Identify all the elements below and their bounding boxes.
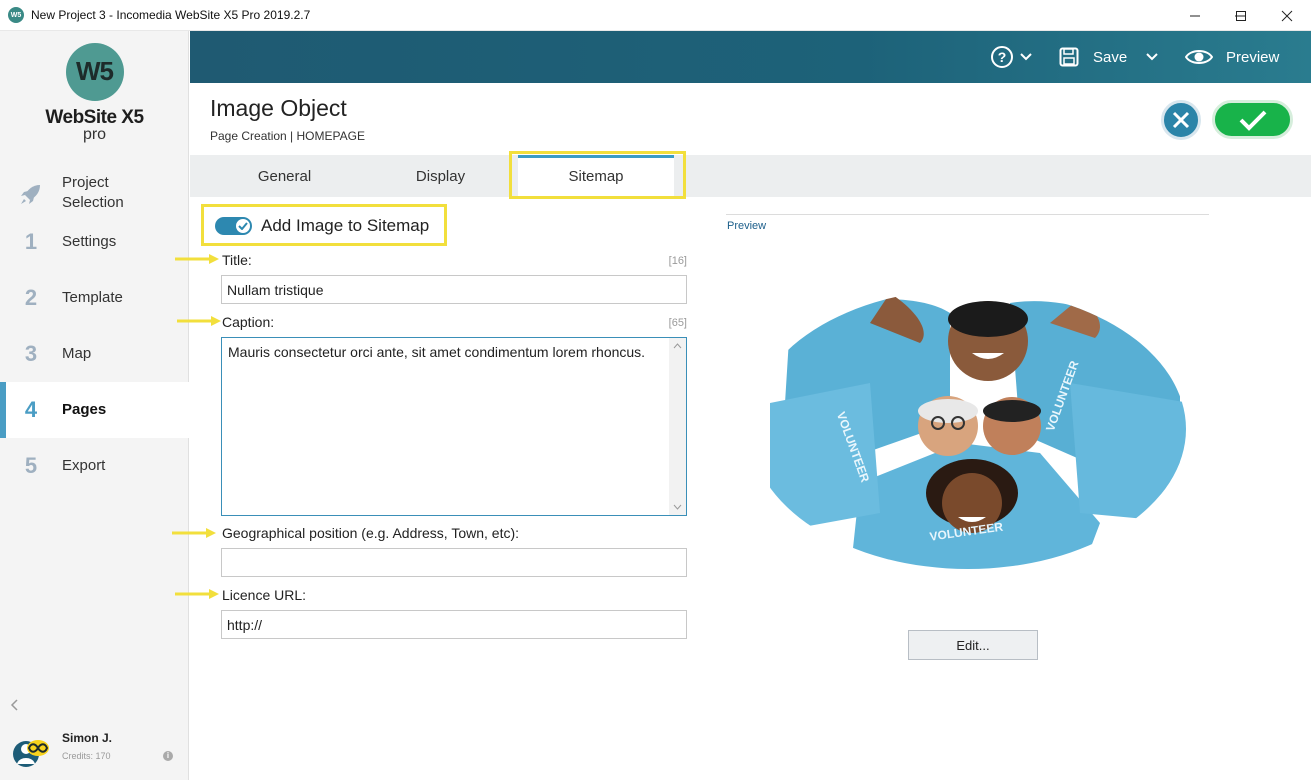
help-button[interactable]: ?	[990, 31, 1032, 83]
arrow-right-icon	[175, 254, 219, 264]
sidebar-item-pages[interactable]: 4 Pages	[0, 382, 189, 438]
toggle-label: Add Image to Sitemap	[261, 216, 430, 235]
sidebar-item-number: 1	[24, 229, 38, 254]
sidebar-item-number: 2	[24, 285, 38, 310]
checkmark-icon	[1239, 110, 1266, 131]
sidebar-item-label: Map	[62, 345, 92, 362]
sidebar-item-template[interactable]: 2 Template	[0, 270, 189, 326]
top-toolbar: ? Save Preview	[190, 31, 1311, 83]
preview-label: Preview	[1226, 48, 1280, 66]
save-button[interactable]: Save	[1059, 31, 1127, 83]
arrow-right-icon	[175, 589, 219, 599]
sidebar-item-settings[interactable]: 1 Settings	[0, 214, 189, 270]
geo-position-input[interactable]	[221, 548, 687, 577]
preview-image: VOLUNTEER VOLUNTEER VOLUNTEER	[750, 289, 1186, 569]
avatar[interactable]	[12, 734, 50, 768]
add-to-sitemap-toggle[interactable]	[215, 217, 252, 235]
confirm-button[interactable]	[1212, 100, 1293, 139]
window-titlebar: W5 New Project 3 - Incomedia WebSite X5 …	[0, 0, 1311, 31]
app-logo: W5 WebSite X5 pro	[0, 43, 189, 144]
caption-text: Mauris consectetur orci ante, sit amet c…	[228, 344, 646, 360]
title-input[interactable]	[221, 275, 687, 304]
sidebar-item-export[interactable]: 5 Export	[0, 438, 189, 494]
logo-edition: pro	[82, 126, 107, 143]
sidebar-item-label: Template	[62, 289, 123, 306]
title-char-count: [16]	[668, 255, 687, 267]
close-window-button[interactable]	[1264, 0, 1310, 31]
minimize-icon	[1190, 15, 1200, 16]
arrow-right-icon	[177, 316, 221, 326]
close-icon	[1172, 111, 1190, 129]
sidebar-item-label: Export	[62, 457, 106, 474]
tab-sitemap[interactable]: Sitemap	[518, 155, 674, 197]
arrow-right-icon	[172, 528, 216, 538]
sidebar-item-project-selection[interactable]: Project Selection	[0, 165, 189, 221]
window-title: New Project 3 - Incomedia WebSite X5 Pro…	[31, 8, 311, 22]
sidebar: W5 WebSite X5 pro Project Selection 1 Se…	[0, 31, 189, 780]
close-icon	[1281, 10, 1293, 21]
sidebar-item-label: Pages	[62, 401, 107, 418]
sidebar-item-number: 3	[24, 341, 38, 366]
scroll-down-icon[interactable]	[669, 499, 686, 515]
highlight-box: Add Image to Sitemap	[201, 204, 447, 246]
caption-label: Caption:	[222, 314, 275, 330]
rocket-icon	[0, 179, 62, 206]
app-icon: W5	[8, 7, 24, 23]
preview-button[interactable]: Preview	[1185, 31, 1279, 83]
geo-position-label: Geographical position (e.g. Address, Tow…	[222, 525, 520, 541]
chevron-left-icon	[10, 699, 18, 711]
info-icon[interactable]: i	[163, 751, 173, 761]
save-options-button[interactable]	[1146, 31, 1158, 83]
title-label: Title:	[222, 252, 252, 268]
sidebar-item-label: Settings	[62, 233, 117, 250]
tab-bar: General Display Sitemap	[190, 155, 1311, 197]
chevron-down-icon	[1020, 53, 1032, 61]
page-title: Image Object	[210, 95, 347, 121]
svg-text:?: ?	[998, 49, 1007, 65]
sidebar-item-number: 5	[24, 453, 38, 478]
user-name: Simon J.	[62, 731, 113, 745]
caption-textarea[interactable]: Mauris consectetur orci ante, sit amet c…	[221, 337, 687, 516]
caption-char-count: [65]	[668, 317, 687, 329]
preview-divider	[726, 214, 1209, 215]
scroll-up-icon[interactable]	[669, 338, 686, 354]
sidebar-item-number: 4	[24, 397, 38, 422]
chevron-down-icon	[1146, 53, 1158, 61]
sidebar-item-map[interactable]: 3 Map	[0, 326, 189, 382]
user-panel: Simon J. Credits: 170 i	[12, 727, 182, 772]
tab-display[interactable]: Display	[363, 155, 518, 197]
preview-label: Preview	[727, 220, 767, 232]
help-icon: ?	[991, 46, 1013, 68]
logo-mark: W5	[65, 43, 124, 101]
edit-image-button[interactable]: Edit...	[908, 630, 1038, 660]
save-label: Save	[1093, 48, 1128, 66]
cancel-button[interactable]	[1161, 100, 1201, 140]
save-icon	[1059, 47, 1079, 67]
eye-icon	[1185, 50, 1213, 64]
breadcrumb: Page Creation | HOMEPAGE	[210, 129, 365, 143]
checkmark-icon	[236, 219, 250, 233]
maximize-icon	[1236, 10, 1246, 21]
collapse-sidebar-button[interactable]	[10, 698, 20, 716]
object-header: Image Object Page Creation | HOMEPAGE	[190, 83, 1311, 155]
tab-general[interactable]: General	[207, 155, 362, 197]
caption-scrollbar[interactable]	[669, 338, 686, 515]
minimize-button[interactable]	[1172, 0, 1218, 31]
sidebar-item-label: Project Selection	[62, 174, 124, 211]
licence-url-label: Licence URL:	[222, 587, 307, 603]
maximize-button[interactable]	[1218, 0, 1264, 31]
licence-url-input[interactable]	[221, 610, 687, 639]
user-credits: Credits: 170	[62, 751, 111, 761]
